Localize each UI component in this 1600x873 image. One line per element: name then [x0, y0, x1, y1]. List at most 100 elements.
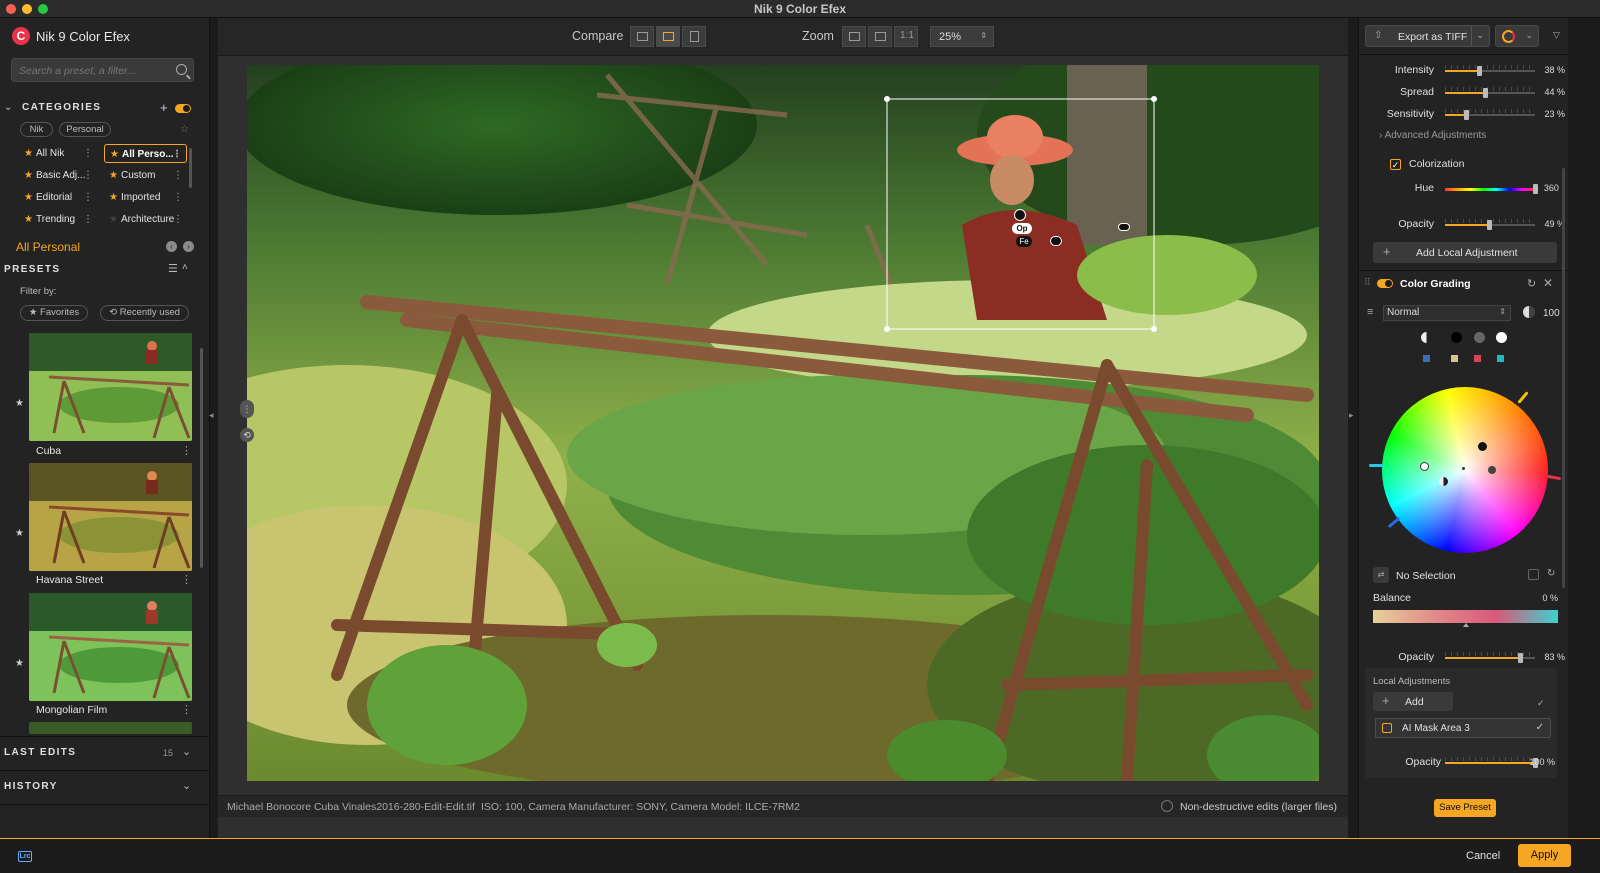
apply-button[interactable]: Apply: [1518, 844, 1571, 867]
sensitivity-slider[interactable]: Sensitivity 23 %: [1359, 106, 1569, 122]
advanced-adjustments-toggle[interactable]: › Advanced Adjustments: [1379, 130, 1486, 141]
slider-handle[interactable]: [1517, 653, 1523, 663]
tone-highlights-button[interactable]: [1496, 332, 1507, 343]
previous-category-icon[interactable]: ‹: [166, 241, 177, 252]
zoom-fit-button[interactable]: [842, 26, 866, 47]
more-icon[interactable]: ⋮: [83, 144, 93, 163]
control-point-feather[interactable]: Fe: [1016, 236, 1032, 247]
more-icon[interactable]: ⋮: [173, 210, 183, 229]
right-panel-scrollbar[interactable]: [1562, 168, 1565, 588]
chevron-up-icon[interactable]: ˄: [182, 262, 188, 273]
categories-toggle[interactable]: [175, 104, 191, 113]
category-item[interactable]: ★ Trending ⋮: [19, 210, 97, 229]
color-wheel[interactable]: [1382, 387, 1548, 553]
non-destructive-checkbox[interactable]: [1161, 800, 1173, 812]
category-item-selected[interactable]: ★ All Perso... ⋮: [104, 144, 187, 163]
cancel-button[interactable]: Cancel: [1466, 850, 1500, 862]
preset-thumbnail-mongolian-film[interactable]: [29, 593, 192, 701]
last-edits-header[interactable]: LAST EDITS: [4, 747, 76, 758]
category-item[interactable]: ★ Imported ⋮: [104, 188, 187, 207]
wheel-point[interactable]: [1420, 462, 1429, 471]
highlights-handle[interactable]: [1517, 391, 1529, 404]
wheel-point[interactable]: [1478, 442, 1487, 451]
next-category-icon[interactable]: ›: [183, 241, 194, 252]
selection-checkbox[interactable]: [1528, 569, 1539, 580]
chevron-down-icon[interactable]: ⌄: [182, 779, 191, 792]
star-icon[interactable]: ★: [15, 398, 24, 409]
slider-handle[interactable]: [1482, 88, 1488, 98]
categories-header[interactable]: ⌄ CATEGORIES: [4, 102, 101, 113]
compare-stacked-button[interactable]: [682, 26, 706, 47]
more-icon[interactable]: ⋮: [173, 188, 183, 207]
preset-thumbnail-cuba[interactable]: [29, 333, 192, 441]
export-button[interactable]: ⇧ Export as TIFF ⌄: [1365, 25, 1490, 47]
opacity-slider[interactable]: Opacity 49 %: [1359, 216, 1569, 232]
check-icon[interactable]: ✓: [1536, 722, 1544, 733]
balance-slider[interactable]: [1373, 610, 1558, 627]
list-view-icon[interactable]: ☰: [168, 262, 178, 275]
photo-preview[interactable]: Op Fe: [247, 65, 1319, 781]
wheel-point[interactable]: [1488, 466, 1496, 474]
rotate-icon[interactable]: ⟲: [240, 428, 254, 442]
more-icon[interactable]: ⋮: [181, 573, 192, 586]
more-icon[interactable]: ⋮: [83, 166, 93, 185]
preset-thumbnail-partial[interactable]: [29, 722, 192, 734]
compare-split-button[interactable]: [656, 26, 680, 47]
category-item[interactable]: ★ Editorial ⋮: [19, 188, 97, 207]
lightroom-icon[interactable]: Lrc: [18, 851, 32, 862]
compare-single-button[interactable]: [630, 26, 654, 47]
midtones-handle-right[interactable]: [1546, 474, 1562, 481]
selection-icon[interactable]: ⇄: [1373, 567, 1389, 583]
star-icon[interactable]: ★: [15, 528, 24, 539]
search-box[interactable]: [11, 58, 194, 82]
add-local-adjustment-button[interactable]: + Add Local Adjustment: [1373, 242, 1557, 263]
slider-handle[interactable]: [1462, 623, 1469, 627]
reset-icon[interactable]: ↻: [1547, 568, 1555, 579]
tone-all-button[interactable]: [1421, 332, 1432, 343]
presets-scrollbar[interactable]: [200, 348, 203, 568]
zoom-1to1-button[interactable]: 1:1: [894, 26, 918, 47]
slider-handle[interactable]: [1477, 66, 1483, 76]
source-pill-nik[interactable]: Nik: [20, 122, 53, 137]
tone-shadows-button[interactable]: [1451, 332, 1462, 343]
add-local-adjustment-button[interactable]: + Add: [1373, 692, 1453, 711]
more-icon[interactable]: ⋮: [172, 145, 182, 164]
category-item[interactable]: ★ All Nik ⋮: [19, 144, 97, 163]
search-icon[interactable]: [176, 64, 187, 75]
add-category-icon[interactable]: +: [160, 100, 168, 115]
filter-recently-used-button[interactable]: ⟲ Recently used: [100, 305, 189, 321]
check-icon[interactable]: ✓: [1537, 698, 1545, 709]
color-grading-toggle[interactable]: [1377, 279, 1393, 288]
local-opacity-slider[interactable]: Opacity 100 %: [1359, 754, 1569, 770]
swatch-button[interactable]: [1497, 355, 1504, 362]
local-adjustment-item[interactable]: AI Mask Area 3 ✓: [1375, 718, 1551, 738]
more-icon[interactable]: ⋮: [83, 188, 93, 207]
search-input[interactable]: [19, 65, 169, 77]
more-icon[interactable]: ⋮: [83, 210, 93, 229]
categories-scrollbar[interactable]: [189, 148, 192, 188]
swatch-button[interactable]: [1474, 355, 1481, 362]
filter-icon[interactable]: ▽: [1553, 30, 1560, 41]
category-item[interactable]: ★ Architecture ⋮: [104, 210, 187, 229]
tone-midtones-button[interactable]: [1474, 332, 1485, 343]
drag-handle-icon[interactable]: ⠿: [1364, 277, 1371, 288]
slider-handle[interactable]: [1463, 110, 1469, 120]
intensity-slider[interactable]: Intensity 38 %: [1359, 62, 1569, 78]
more-icon[interactable]: ⋮: [181, 444, 192, 457]
category-item[interactable]: ★ Basic Adj... ⋮: [19, 166, 97, 185]
spread-slider[interactable]: Spread 44 %: [1359, 84, 1569, 100]
control-point-opacity[interactable]: Op: [1012, 223, 1032, 234]
reset-icon[interactable]: ↻: [1527, 277, 1536, 290]
hue-slider[interactable]: Hue 360 °: [1359, 180, 1569, 196]
zoom-select[interactable]: 25% ⇕: [930, 26, 994, 47]
filter-favorites-button[interactable]: ★ Favorites: [20, 305, 88, 321]
processing-menu-button[interactable]: ⌄: [1495, 25, 1539, 47]
preset-thumbnail-havana-street[interactable]: [29, 463, 192, 571]
close-icon[interactable]: ✕: [1543, 276, 1553, 290]
drag-handle-icon[interactable]: ⋮: [240, 400, 254, 418]
blend-mode-select[interactable]: Normal ⇕: [1383, 305, 1511, 321]
favorite-star-icon[interactable]: ☆: [180, 124, 189, 135]
eye-icon[interactable]: [1118, 223, 1130, 231]
shadows-handle[interactable]: [1387, 516, 1401, 529]
slider-handle[interactable]: [1533, 184, 1538, 194]
